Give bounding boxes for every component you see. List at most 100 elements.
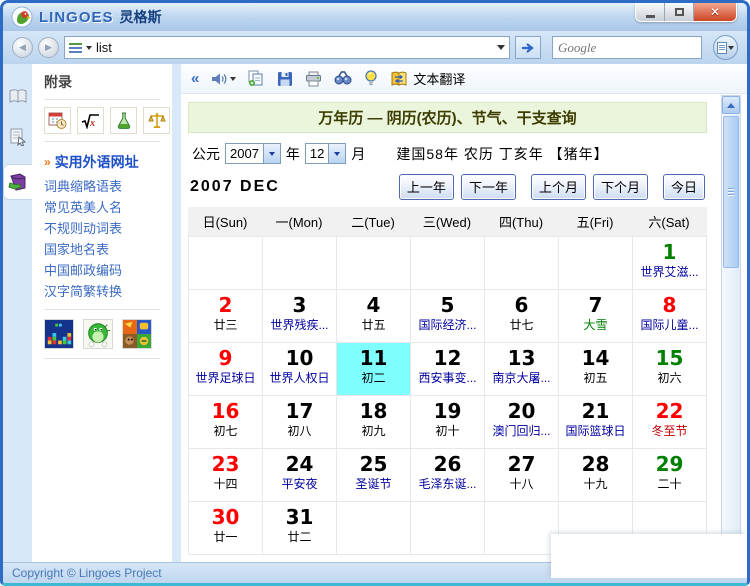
calendar-day-cell[interactable]: 5 国际经济... [411,290,485,343]
find-button[interactable] [334,71,352,86]
search-type-dropdown-icon[interactable] [86,45,92,50]
sidebar-link[interactable]: 中国邮政编码 [44,260,172,281]
text-translate-button[interactable]: 文本翻译 [390,69,465,88]
tab-notes[interactable] [6,124,30,150]
forward-button[interactable]: ▶ [38,37,59,58]
lamp-button[interactable] [364,70,378,87]
day-label[interactable]: 国际儿童... [633,317,706,334]
day-label[interactable]: 西安事变... [411,370,484,387]
search-go-button[interactable] [515,36,541,59]
calendar-day-cell[interactable]: 13 南京大屠... [485,343,559,396]
year-select[interactable]: 2007 [225,143,281,164]
speak-button[interactable] [211,71,237,87]
calendar-day-cell[interactable]: 26 毛泽东诞... [411,449,485,502]
maximize-button[interactable] [665,3,694,21]
day-label[interactable]: 世界人权日 [263,370,336,387]
puzzle-game-icon[interactable] [122,319,152,349]
sidebar-featured-link[interactable]: » 实用外语网址 [44,152,172,172]
month-dropdown-button[interactable] [328,144,346,163]
calendar-day-cell[interactable]: 11 初二 [337,343,411,396]
tab-dictionary[interactable] [6,84,30,110]
day-label[interactable]: 国际经济... [411,317,484,334]
search-history-dropdown-icon[interactable] [497,45,505,50]
calendar-day-cell[interactable]: 28 十九 [559,449,633,502]
day-label[interactable]: 圣诞节 [337,476,410,493]
day-label[interactable]: 世界艾滋... [633,264,706,281]
scrollbar-thumb[interactable] [723,116,739,268]
calendar-day-cell[interactable]: 14 初五 [559,343,633,396]
calendar-day-cell[interactable]: 21 国际篮球日 [559,396,633,449]
chemistry-tool-button[interactable] [110,107,137,134]
calendar-day-cell[interactable]: 30 廿一 [189,502,263,555]
calendar-day-cell[interactable]: 18 初九 [337,396,411,449]
speaker-dropdown-icon[interactable] [230,76,237,81]
calendar-day-cell[interactable]: 25 圣诞节 [337,449,411,502]
calendar-day-cell[interactable]: 19 初十 [411,396,485,449]
blocks-game-icon[interactable] [44,319,74,349]
close-button[interactable]: ✕ [694,3,736,21]
scales-tool-button[interactable] [143,107,170,134]
copy-button[interactable] [248,70,265,87]
next-year-button[interactable]: 下一年 [460,174,516,200]
collapse-icon[interactable]: « [191,71,199,86]
day-number: 19 [433,399,462,423]
calendar-day-cell[interactable]: 9 世界足球日 [189,343,263,396]
math-tool-button[interactable]: x [77,107,104,134]
bubble-game-icon[interactable] [83,319,113,349]
calendar-day-cell[interactable]: 6 廿七 [485,290,559,343]
year-dropdown-button[interactable] [262,144,280,163]
calendar-day-cell[interactable]: 17 初八 [263,396,337,449]
search-box[interactable] [64,36,510,59]
sidebar-link[interactable]: 汉字简繁转换 [44,281,172,302]
calendar-day-cell[interactable]: 27 十八 [485,449,559,502]
vertical-scrollbar[interactable] [721,95,741,557]
day-label[interactable]: 世界足球日 [189,370,262,387]
calendar-day-cell[interactable]: 4 廿五 [337,290,411,343]
splitter[interactable] [172,64,181,562]
month-select[interactable]: 12 [304,143,347,164]
tab-appendix[interactable] [3,164,32,200]
day-label[interactable]: 南京大屠... [485,370,558,387]
scroll-up-button[interactable] [722,96,740,114]
calendar-day-cell[interactable]: 2 廿三 [189,290,263,343]
window-controls: ✕ [635,3,737,22]
google-search-box[interactable] [552,36,729,59]
calendar-day-cell[interactable]: 7 大雪 [559,290,633,343]
day-label[interactable]: 平安夜 [263,476,336,493]
calendar-day-cell[interactable]: 10 世界人权日 [263,343,337,396]
calendar-day-cell[interactable]: 16 初七 [189,396,263,449]
sidebar-link[interactable]: 词典缩略语表 [44,176,172,197]
calendar-day-cell[interactable]: 3 世界残疾... [263,290,337,343]
calendar-tool-button[interactable] [44,107,71,134]
calendar-day-cell[interactable]: 29 二十 [633,449,707,502]
calendar-day-cell[interactable]: 8 国际儿童... [633,290,707,343]
google-search-input[interactable] [558,39,715,56]
print-button[interactable] [305,71,322,87]
calendar-day-cell[interactable]: 15 初六 [633,343,707,396]
calendar-day-cell[interactable]: 1 世界艾滋... [633,237,707,290]
save-button[interactable] [277,71,293,87]
calendar-day-cell[interactable]: 22 冬至节 [633,396,707,449]
minimize-button[interactable] [636,3,665,21]
day-number: 5 [440,293,455,317]
today-button[interactable]: 今日 [662,174,705,200]
next-month-button[interactable]: 下个月 [592,174,648,200]
calendar-day-cell[interactable]: 12 西安事变... [411,343,485,396]
day-label[interactable]: 毛泽东诞... [411,476,484,493]
calendar-day-cell[interactable]: 31 廿二 [263,502,337,555]
search-input[interactable] [96,38,493,57]
prev-month-button[interactable]: 上个月 [530,174,586,200]
sidebar-link[interactable]: 常见英美人名 [44,197,172,218]
calendar-day-cell[interactable]: 20 澳门回归... [485,396,559,449]
search-type-list-icon[interactable] [69,42,82,53]
day-label[interactable]: 世界残疾... [263,317,336,334]
day-label[interactable]: 国际篮球日 [559,423,632,440]
calendar-day-cell[interactable]: 23 十四 [189,449,263,502]
main-menu-button[interactable] [713,35,738,60]
sidebar-link[interactable]: 不规则动词表 [44,218,172,239]
day-label[interactable]: 澳门回归... [485,423,558,440]
back-button[interactable]: ◀ [12,37,33,58]
calendar-day-cell[interactable]: 24 平安夜 [263,449,337,502]
prev-year-button[interactable]: 上一年 [398,174,454,200]
sidebar-link[interactable]: 国家地名表 [44,239,172,260]
